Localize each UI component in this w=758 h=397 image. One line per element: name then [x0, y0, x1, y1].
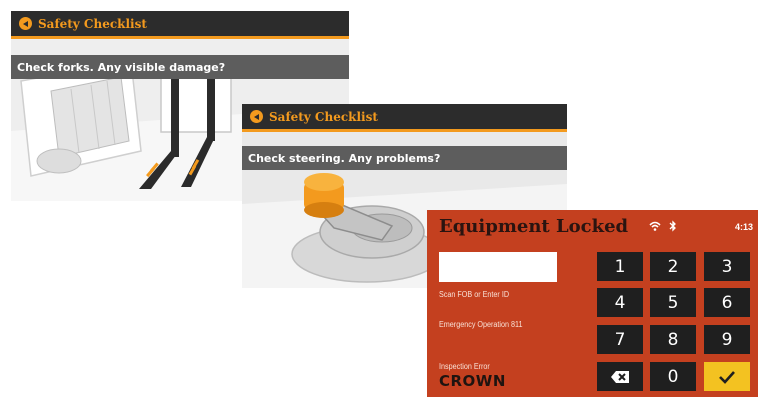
- key-6[interactable]: 6: [704, 288, 750, 317]
- equipment-locked-screen: Equipment Locked 4:13 Scan FOB or Enter …: [427, 210, 758, 397]
- wifi-icon: [649, 221, 661, 231]
- key-4[interactable]: 4: [597, 288, 643, 317]
- emergency-operation-hint[interactable]: Emergency Operation 811: [439, 320, 523, 329]
- key-5[interactable]: 5: [650, 288, 696, 317]
- back-arrow-icon[interactable]: [19, 17, 32, 30]
- back-arrow-icon[interactable]: [250, 110, 263, 123]
- key-3[interactable]: 3: [704, 252, 750, 281]
- key-0[interactable]: 0: [650, 362, 696, 391]
- key-1[interactable]: 1: [597, 252, 643, 281]
- operator-id-input[interactable]: [439, 252, 557, 282]
- key-8[interactable]: 8: [650, 325, 696, 354]
- screen-title: Safety Checklist: [38, 16, 147, 31]
- key-7[interactable]: 7: [597, 325, 643, 354]
- checkmark-icon: [719, 370, 735, 384]
- inspection-error-hint: Inspection Error: [439, 362, 490, 371]
- title-bar: Safety Checklist: [242, 104, 567, 132]
- confirm-button[interactable]: [704, 362, 750, 391]
- lock-screen-title: Equipment Locked: [439, 216, 629, 237]
- key-9[interactable]: 9: [704, 325, 750, 354]
- title-bar: Safety Checklist: [11, 11, 349, 39]
- scan-fob-hint: Scan FOB or Enter ID: [439, 290, 510, 299]
- bluetooth-icon: [669, 220, 676, 232]
- backspace-icon: [611, 370, 629, 383]
- checklist-question: Check forks. Any visible damage?: [11, 55, 349, 79]
- status-icons: [649, 220, 677, 232]
- screen-title: Safety Checklist: [269, 109, 378, 124]
- clock: 4:13: [734, 222, 753, 232]
- backspace-button[interactable]: [597, 362, 643, 391]
- crown-logo: CROWN: [439, 372, 506, 390]
- key-2[interactable]: 2: [650, 252, 696, 281]
- checklist-question: Check steering. Any problems?: [242, 146, 567, 170]
